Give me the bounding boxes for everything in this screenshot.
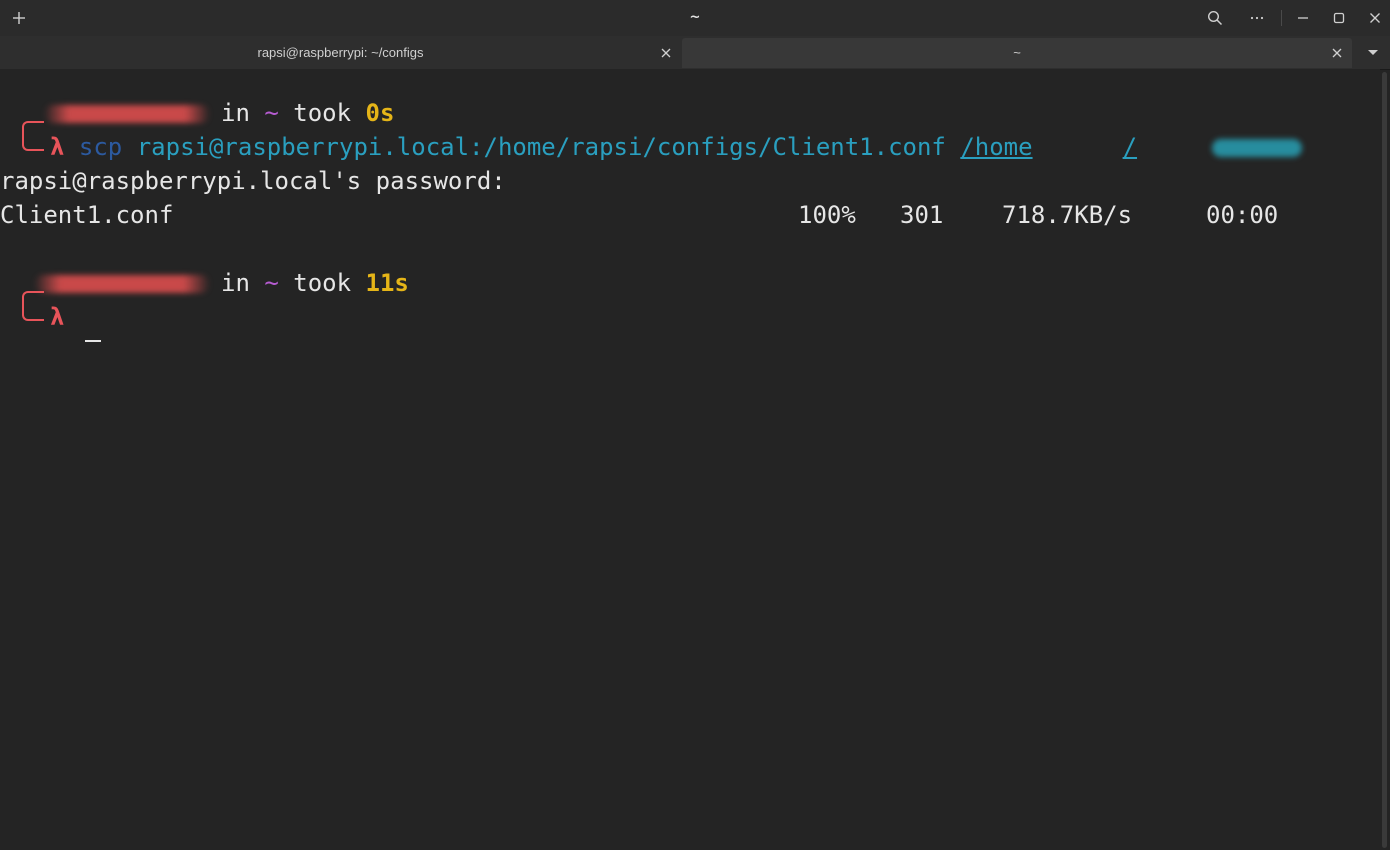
command-dest-prefix: /home: [960, 133, 1033, 161]
close-window-button[interactable]: [1357, 0, 1390, 36]
command-dest-suffix: /: [1122, 133, 1138, 161]
close-icon: [1370, 13, 1380, 23]
transfer-speed: 718.7KB/s: [1002, 201, 1133, 229]
tab-configs[interactable]: rapsi@raspberrypi: ~/configs: [0, 38, 681, 68]
prompt-lambda: λ: [50, 303, 65, 331]
prompt-bracket: [22, 121, 44, 151]
prompt-lambda: λ: [50, 133, 65, 161]
redacted-username: [34, 275, 210, 293]
command-source: rapsi@raspberrypi.local:/home/rapsi/conf…: [136, 133, 946, 161]
chevron-down-icon: [1368, 50, 1378, 55]
input-line[interactable]: λ: [50, 300, 64, 334]
password-prompt: rapsi@raspberrypi.local's password:: [0, 167, 506, 195]
terminal-window: ~ rapsi@raspberrypi: ~/configs ~ in ~ to…: [0, 0, 1390, 850]
transfer-percent: 100%: [798, 201, 856, 229]
redacted-username: [44, 105, 210, 123]
minimize-button[interactable]: [1285, 0, 1321, 36]
redacted-path-blur: [1212, 139, 1302, 157]
search-icon: [1207, 10, 1223, 26]
command-line: λ scp rapsi@raspberrypi.local:/home/raps…: [50, 130, 1137, 164]
tab-list-button[interactable]: [1356, 38, 1390, 68]
prompt-dir: ~: [264, 99, 279, 127]
tab-home[interactable]: ~: [682, 38, 1352, 68]
tab-bar: rapsi@raspberrypi: ~/configs ~: [0, 36, 1390, 70]
prompt-took: took: [293, 99, 352, 127]
command-name: scp: [78, 133, 123, 161]
prompt-line-1: in ~ took 0s: [221, 96, 394, 130]
title-bar: ~: [0, 0, 1390, 36]
maximize-icon: [1333, 12, 1345, 24]
transfer-file: Client1.conf: [0, 201, 174, 229]
menu-button[interactable]: [1239, 0, 1275, 36]
prompt-bracket: [22, 291, 44, 321]
tab-label: ~: [1013, 45, 1021, 60]
window-title: ~: [689, 10, 701, 25]
prompt-took: took: [293, 269, 352, 297]
prompt-line-2: in ~ took 11s: [221, 266, 409, 300]
close-tab-icon[interactable]: [659, 46, 673, 60]
prompt-dir: ~: [264, 269, 279, 297]
text-cursor: [85, 340, 101, 342]
minimize-icon: [1298, 17, 1308, 19]
prompt-in: in: [221, 269, 250, 297]
search-button[interactable]: [1197, 0, 1233, 36]
prompt-in: in: [221, 99, 250, 127]
scrollbar[interactable]: [1382, 72, 1387, 848]
transfer-size: 301: [900, 201, 944, 229]
maximize-button[interactable]: [1321, 0, 1357, 36]
prompt-duration: 0s: [365, 99, 395, 127]
prompt-duration: 11s: [365, 269, 409, 297]
transfer-time: 00:00: [1206, 201, 1279, 229]
titlebar-separator: [1281, 10, 1282, 26]
tab-label: rapsi@raspberrypi: ~/configs: [257, 45, 424, 60]
close-tab-icon[interactable]: [1330, 46, 1344, 60]
terminal-output[interactable]: in ~ took 0s λ scp rapsi@raspberrypi.loc…: [0, 69, 1380, 850]
more-icon: [1250, 16, 1264, 20]
